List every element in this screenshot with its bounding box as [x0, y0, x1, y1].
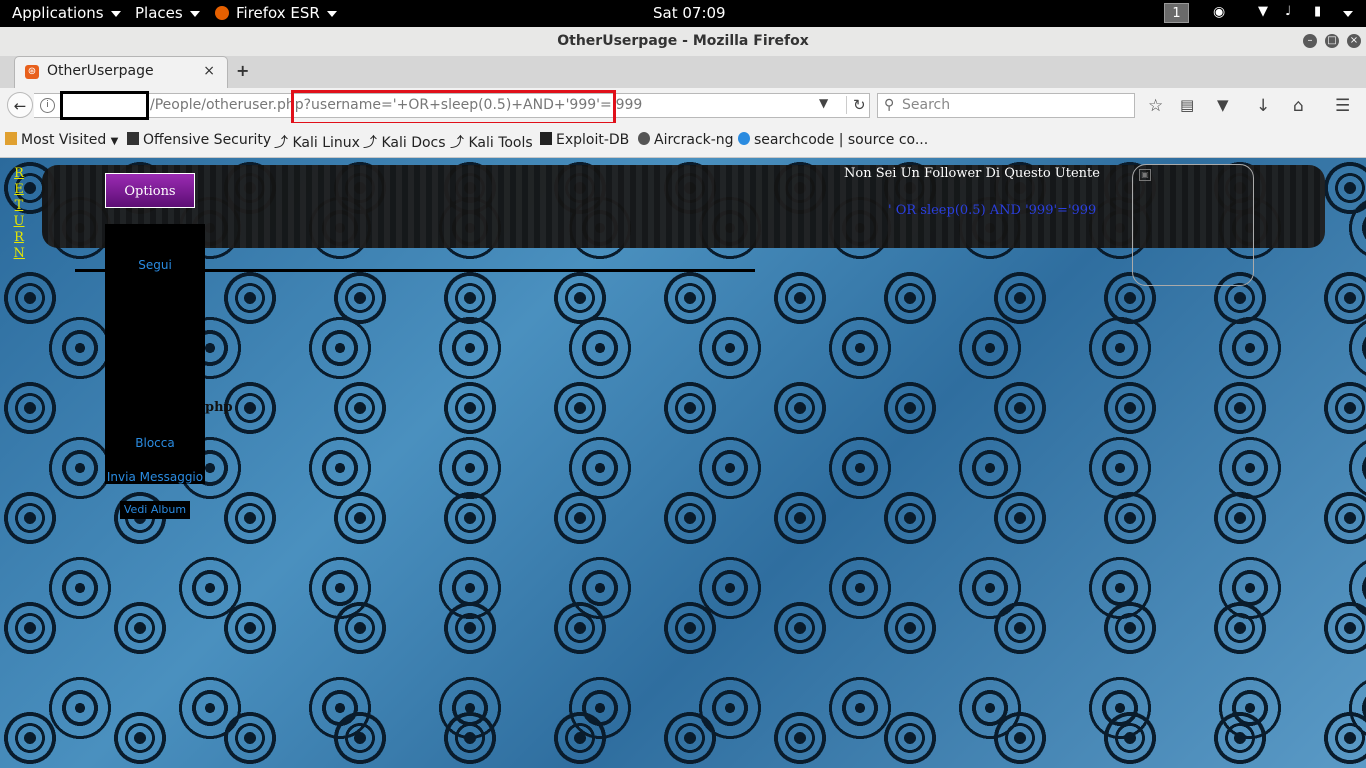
search-input[interactable]: ⚲ Search: [877, 93, 1135, 118]
search-icon: ⚲: [884, 97, 895, 113]
navigation-toolbar: ← i /People/otheruser.php?username='+OR+…: [0, 88, 1366, 125]
bookmark-searchcode[interactable]: searchcode | source co...: [738, 132, 928, 148]
folder-icon: [5, 132, 17, 145]
wifi-icon[interactable]: ▼: [1258, 4, 1268, 19]
bookmark-label: Aircrack-ng: [654, 132, 734, 148]
broken-image-icon: ▣: [1139, 169, 1151, 181]
bookmarks-toolbar: Most Visited ▼ Offensive Security ⤴ Kali…: [0, 123, 1366, 158]
bookmark-label: Offensive Security: [143, 132, 272, 148]
applications-label: Applications: [12, 4, 104, 22]
window-titlebar: OtherUserpage - Mozilla Firefox – □ ×: [0, 27, 1366, 57]
close-icon[interactable]: ×: [1347, 34, 1361, 48]
not-follower-message: Non Sei Un Follower Di Questo Utente: [844, 166, 1100, 181]
bookmark-kali-linux[interactable]: ⤴ Kali Linux: [274, 132, 360, 152]
minimize-icon[interactable]: –: [1303, 34, 1317, 48]
workspace-indicator[interactable]: 1: [1164, 3, 1189, 23]
back-button[interactable]: ←: [7, 92, 33, 118]
chevron-down-icon: [1343, 10, 1353, 17]
bookmark-offensive-security[interactable]: Offensive Security: [127, 132, 271, 148]
places-label: Places: [135, 4, 183, 22]
volume-icon[interactable]: ♩: [1285, 4, 1291, 19]
bookmark-label: Most Visited: [21, 132, 107, 148]
block-link[interactable]: Blocca: [105, 436, 205, 450]
options-menu: Segui Blocca Invia Messaggio: [105, 224, 205, 484]
camera-icon[interactable]: ◉: [1213, 4, 1225, 20]
bookmark-label: Kali Linux: [292, 135, 360, 151]
info-icon[interactable]: i: [40, 98, 55, 113]
new-tab-button[interactable]: +: [236, 61, 249, 80]
tab-close-icon[interactable]: ×: [203, 63, 215, 79]
bookmark-label: searchcode | source co...: [754, 132, 929, 148]
options-button[interactable]: Options: [105, 173, 195, 208]
reading-list-icon[interactable]: ▤: [1180, 96, 1194, 114]
places-menu[interactable]: Places: [135, 4, 200, 22]
offsec-icon: [127, 132, 139, 145]
exploitdb-icon: [540, 132, 552, 145]
tab-otheruserpage[interactable]: ⊛ OtherUserpage ×: [14, 56, 228, 88]
clock[interactable]: Sat 07:09: [653, 4, 726, 22]
pocket-icon[interactable]: ▼: [1217, 96, 1229, 114]
kali-icon: ⤴: [363, 135, 377, 151]
search-placeholder: Search: [902, 97, 951, 113]
tab-label: OtherUserpage: [47, 63, 154, 79]
system-menu[interactable]: [1336, 4, 1353, 22]
window-title: OtherUserpage - Mozilla Firefox: [557, 33, 809, 49]
gnome-top-bar: Applications Places Firefox ESR Sat 07:0…: [0, 0, 1366, 27]
tab-strip: ⊛ OtherUserpage × +: [0, 56, 1366, 89]
downloads-icon[interactable]: ↓: [1256, 96, 1270, 116]
reload-icon[interactable]: ↻: [846, 96, 866, 114]
aircrack-icon: [638, 132, 650, 145]
kali-icon: ⤴: [450, 135, 464, 151]
kali-icon: ⤴: [274, 135, 288, 151]
bookmark-kali-docs[interactable]: ⤴ Kali Docs: [363, 132, 446, 152]
firefox-icon: [215, 6, 229, 20]
bookmark-star-icon[interactable]: ☆: [1148, 96, 1163, 116]
bookmark-aircrack-ng[interactable]: Aircrack-ng: [638, 132, 734, 148]
redacted-host: [60, 91, 149, 120]
firefox-app-label: Firefox ESR: [236, 4, 320, 22]
chevron-down-icon: [110, 10, 121, 17]
firefox-app-menu[interactable]: Firefox ESR: [215, 4, 337, 22]
avatar: ▣: [1132, 164, 1254, 286]
chevron-down-icon: [189, 10, 200, 17]
bookmark-exploit-db[interactable]: Exploit-DB: [540, 132, 629, 148]
maximize-icon[interactable]: □: [1325, 34, 1339, 48]
view-album-link[interactable]: Vedi Album: [120, 501, 190, 519]
bookmark-most-visited[interactable]: Most Visited ▼: [5, 132, 118, 148]
applications-menu[interactable]: Applications: [12, 4, 121, 22]
url-highlight-box: [291, 90, 616, 125]
chevron-down-icon: [326, 10, 337, 17]
return-link[interactable]: RETURN: [12, 166, 26, 262]
xampp-favicon-icon: ⊛: [25, 65, 39, 79]
searchcode-icon: [738, 132, 750, 145]
url-history-dropdown-icon[interactable]: ▼: [819, 96, 828, 110]
stray-text: php: [205, 400, 233, 415]
bookmark-kali-tools[interactable]: ⤴ Kali Tools: [450, 132, 533, 152]
return-label: RETURN: [13, 166, 25, 261]
chevron-down-icon: ▼: [110, 136, 119, 147]
page-content: RETURN Options Segui Blocca Invia Messag…: [0, 158, 1366, 768]
bookmark-label: Kali Tools: [468, 135, 533, 151]
battery-icon[interactable]: ▮: [1314, 4, 1321, 19]
send-message-link[interactable]: Invia Messaggio: [105, 470, 205, 484]
bookmark-label: Exploit-DB: [556, 132, 630, 148]
bookmark-label: Kali Docs: [381, 135, 446, 151]
url-bar[interactable]: i /People/otheruser.php?username='+OR+sl…: [34, 90, 870, 125]
follow-link[interactable]: Segui: [105, 258, 205, 272]
username-display: ' OR sleep(0.5) AND '999'='999: [888, 203, 1097, 218]
home-icon[interactable]: ⌂: [1293, 96, 1304, 116]
hamburger-menu-icon[interactable]: ☰: [1335, 96, 1350, 116]
